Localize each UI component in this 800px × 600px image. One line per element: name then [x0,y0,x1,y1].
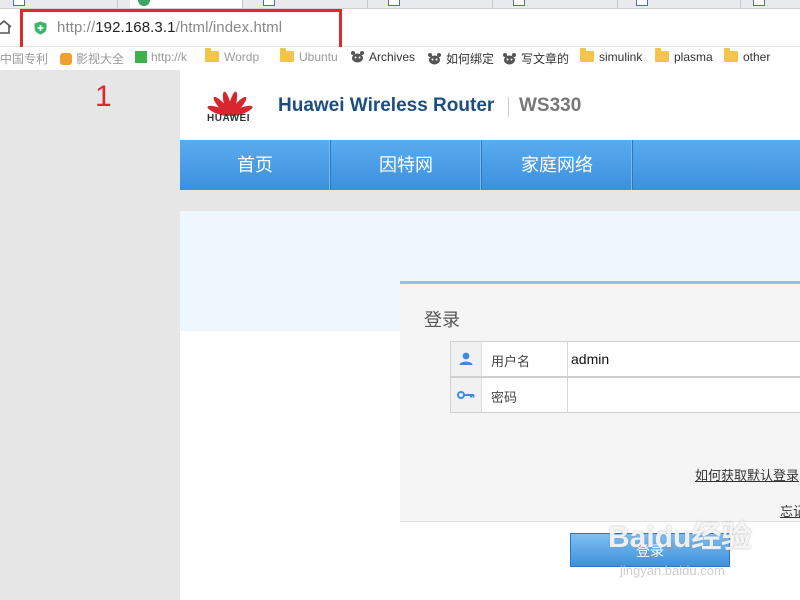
browser-tab[interactable] [380,0,493,8]
nav-label: 因特网 [379,155,433,175]
folder-icon [205,48,219,62]
page-favicon-icon [753,0,765,6]
bookmark-item[interactable]: 写文章的 [502,50,569,67]
logo-text: HUAWEI [207,113,250,124]
bookmark-label: simulink [599,50,643,64]
bookmark-item[interactable]: 中国专利 [0,50,48,67]
folder-icon [280,48,294,62]
home-icon[interactable] [0,19,12,35]
browser-tab[interactable] [745,0,800,8]
bookmark-label: 中国专利 [0,52,49,66]
bookmark-item[interactable]: plasma [655,48,713,64]
username-input[interactable] [567,342,800,376]
bookmark-label: http://k [151,50,188,64]
bookmarks-bar: 中国专利 影视大全 http://k Wordp Ubuntu Archives 如何绑定 写… [0,47,800,69]
nav-item-home[interactable]: 首页 [180,140,331,190]
user-icon [451,342,482,376]
page-favicon-icon [513,0,525,6]
browser-tab-strip [0,0,800,9]
baidu-watermark: Baidu经验 [608,521,752,554]
green-square-icon [135,51,147,63]
bookmark-item[interactable]: 影视大全 [60,50,124,67]
password-label: 密码 [491,390,518,405]
folder-icon [580,48,594,62]
password-row: 密码 [450,377,800,413]
page-favicon-icon [13,0,25,6]
bookmark-label: 写文章的 [521,52,570,66]
bookmark-item[interactable]: Wordp [205,48,260,64]
password-input[interactable] [567,378,800,412]
bear-icon [503,53,516,65]
bear-icon [351,51,364,63]
username-row: 用户名 [450,341,800,377]
nav-gray-strip [180,190,800,211]
model-name: WS330 [519,95,582,116]
bookmark-label: plasma [674,50,713,64]
folder-icon [655,48,669,62]
bear-icon [428,53,441,65]
browser-tab[interactable] [255,0,368,8]
page-favicon-icon [138,0,150,6]
page-favicon-icon [388,0,400,6]
bookmark-label: Wordp [224,50,260,64]
browser-tab[interactable] [5,0,118,8]
bookmark-item[interactable]: other [724,48,771,64]
bookmark-item[interactable]: simulink [580,48,643,64]
router-header: HUAWEI Huawei Wireless Router WS330 [180,70,800,140]
brand-title: Huawei Wireless Router [278,95,495,116]
baidu-watermark-url: jingyan.baidu.com [620,563,725,578]
bookmark-label: other [743,50,771,64]
login-title: 登录 [424,310,460,330]
browser-tab[interactable] [130,0,243,8]
browser-tab[interactable] [628,0,741,8]
folder-icon [724,48,738,62]
bookmark-label: 如何绑定 [446,52,495,66]
annotation-step-number: 1 [95,80,112,113]
page-favicon-icon [263,0,275,6]
forgot-password-link[interactable]: 忘记 [780,501,800,520]
bookmark-item[interactable]: 如何绑定 [427,50,494,67]
bookmark-label: Ubuntu [299,50,338,64]
nav-item-home-network[interactable]: 家庭网络 [482,140,633,190]
app-icon [60,53,72,65]
key-icon [451,378,482,412]
username-label: 用户名 [491,354,531,369]
default-login-help-link[interactable]: 如何获取默认登录 [695,465,799,484]
bookmark-item[interactable]: http://k [135,50,187,64]
nav-item-internet[interactable]: 因特网 [331,140,482,190]
main-nav: 首页 因特网 家庭网络 [180,140,800,190]
browser-tab[interactable] [505,0,618,8]
bookmark-item[interactable]: Ubuntu [280,48,338,64]
bookmark-label: Archives [369,50,416,64]
nav-label: 首页 [237,155,273,175]
nav-label: 家庭网络 [521,155,593,175]
bookmark-label: 影视大全 [76,52,125,66]
left-gray-area [0,70,180,600]
title-divider [508,97,509,117]
bookmark-item[interactable]: Archives [350,50,415,64]
page-favicon-icon [636,0,648,6]
